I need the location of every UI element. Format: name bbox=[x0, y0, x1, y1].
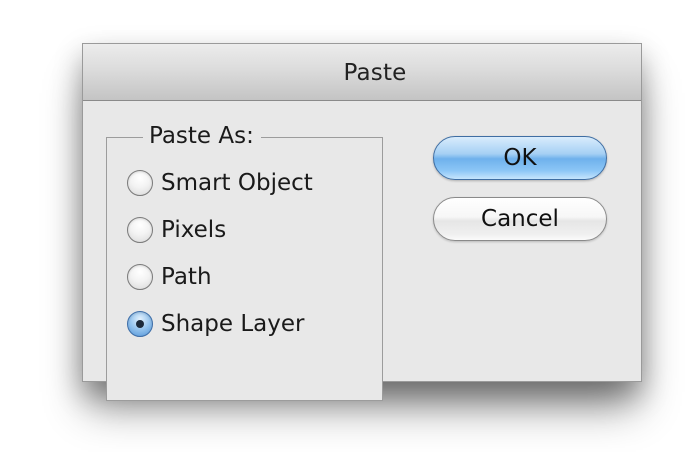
dialog-title: Paste bbox=[343, 60, 407, 86]
radio-button-icon[interactable] bbox=[127, 170, 153, 196]
radio-button-icon[interactable] bbox=[127, 217, 153, 243]
radio-label: Pixels bbox=[161, 217, 227, 243]
paste-as-legend: Paste As: bbox=[143, 120, 261, 152]
paste-as-group: Paste As: Smart Object Pixels Path Shape… bbox=[106, 120, 383, 401]
radio-button-icon[interactable] bbox=[127, 264, 153, 290]
cancel-button[interactable]: Cancel bbox=[433, 197, 607, 241]
paste-dialog: Paste Paste As: Smart Object Pixels Path… bbox=[82, 43, 642, 401]
dialog-titlebar[interactable]: Paste bbox=[83, 44, 641, 101]
radio-label: Path bbox=[161, 264, 212, 290]
radio-option-pixels[interactable]: Pixels bbox=[127, 213, 226, 247]
screen: Paste Paste As: Smart Object Pixels Path… bbox=[0, 0, 699, 452]
ok-button[interactable]: OK bbox=[433, 136, 607, 180]
radio-option-path[interactable]: Path bbox=[127, 260, 212, 294]
radio-option-smart-object[interactable]: Smart Object bbox=[127, 166, 313, 200]
radio-button-selected-icon[interactable] bbox=[127, 311, 153, 337]
radio-label: Smart Object bbox=[161, 170, 313, 196]
radio-option-shape-layer[interactable]: Shape Layer bbox=[127, 307, 304, 341]
radio-label: Shape Layer bbox=[161, 311, 305, 337]
